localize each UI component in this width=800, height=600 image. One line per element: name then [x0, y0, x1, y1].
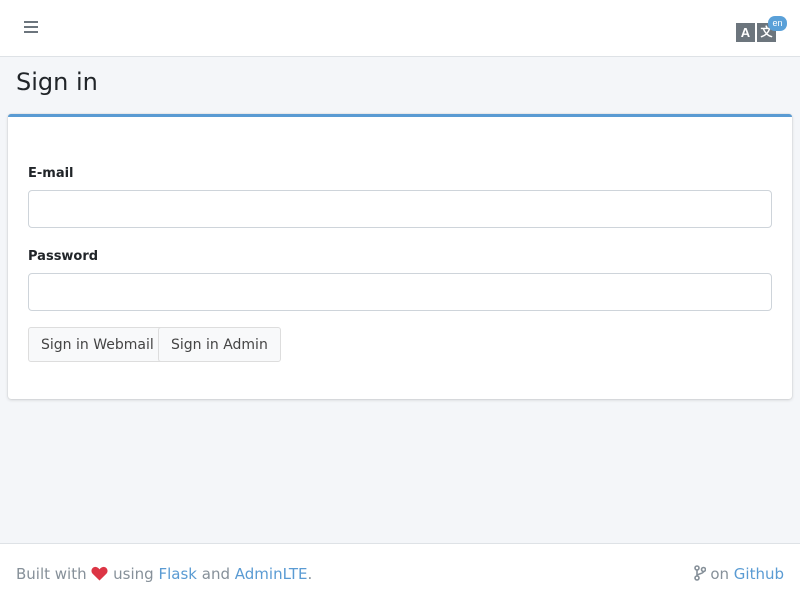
heart-icon: [91, 566, 108, 581]
footer-using: using: [113, 565, 154, 583]
footer-period: .: [307, 565, 313, 583]
email-label: E-mail: [28, 166, 74, 181]
code-branch-icon: [693, 565, 706, 581]
translate-icon: A: [736, 23, 755, 42]
email-field[interactable]: [28, 190, 772, 228]
password-label: Password: [28, 249, 99, 264]
flask-link[interactable]: Flask: [158, 565, 197, 583]
sign-in-webmail-button[interactable]: Sign in Webmail: [28, 327, 167, 362]
sign-in-admin-button[interactable]: Sign in Admin: [158, 327, 281, 362]
page-title: Sign in: [16, 68, 98, 96]
language-badge: en: [768, 16, 787, 31]
password-field[interactable]: [28, 273, 772, 311]
footer-on: on: [710, 565, 729, 583]
sign-in-card: E-mail Password Sign in Webmail Sign in …: [8, 114, 792, 399]
github-link[interactable]: Github: [734, 565, 784, 583]
top-navbar: A 文 en: [0, 0, 800, 57]
footer: Built with using Flask and AdminLTE. on …: [0, 543, 800, 600]
footer-and: and: [201, 565, 230, 583]
footer-github: on Github: [693, 565, 784, 583]
footer-built-with: Built with: [16, 565, 87, 583]
hamburger-menu-icon[interactable]: [24, 21, 38, 35]
footer-credits: Built with using Flask and AdminLTE.: [16, 565, 312, 583]
adminlte-link[interactable]: AdminLTE: [235, 565, 308, 583]
language-selector[interactable]: A 文 en: [736, 16, 790, 44]
